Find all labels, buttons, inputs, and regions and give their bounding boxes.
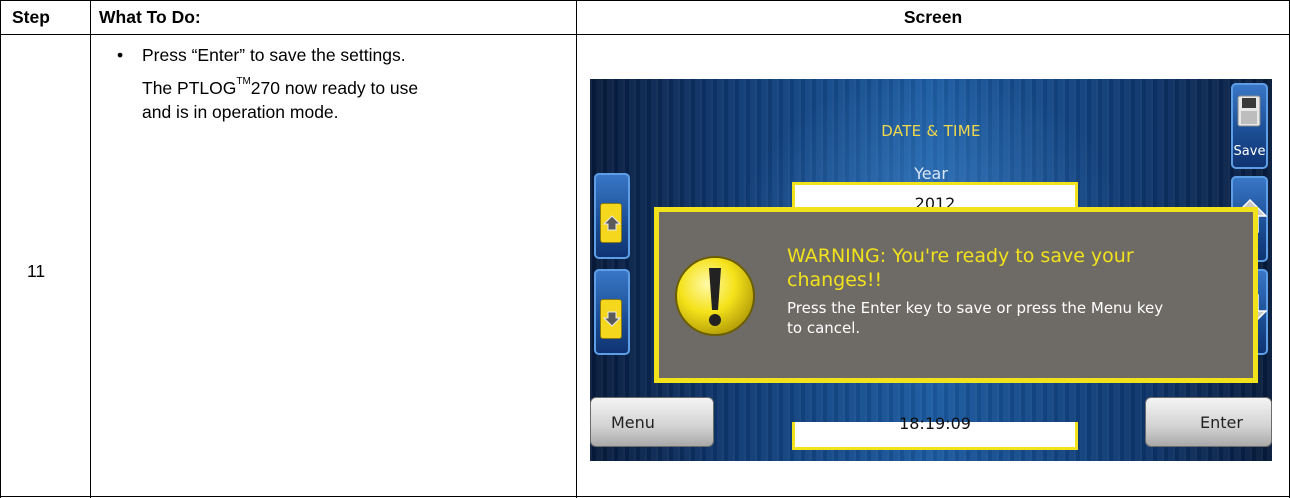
time-field[interactable]: 18:19:09 xyxy=(792,414,1078,450)
enter-label: Enter xyxy=(1200,413,1243,432)
save-button[interactable]: Save xyxy=(1231,83,1268,169)
warning-dialog: WARNING: You're ready to save your chang… xyxy=(654,207,1258,383)
instruction-line-1: Press “Enter” to save the settings. xyxy=(142,45,406,65)
header-screen: Screen xyxy=(903,7,963,27)
left-down-button[interactable] xyxy=(594,269,630,355)
up-arrow-icon xyxy=(603,215,621,231)
instruction-product: The PTLOG xyxy=(142,77,237,98)
step-number: 11 xyxy=(27,261,46,281)
save-label: Save xyxy=(1233,144,1266,159)
device-screen: DATE & TIME Year 2012 18:19:09 Save Menu… xyxy=(590,79,1272,461)
menu-button[interactable]: Menu xyxy=(590,397,714,447)
down-arrow-icon xyxy=(603,311,621,327)
header-step: Step xyxy=(12,7,50,27)
left-up-button[interactable] xyxy=(594,173,630,259)
header-what-to-do: What To Do: xyxy=(99,7,201,27)
save-icon xyxy=(1237,95,1261,127)
trademark-mark: TM xyxy=(236,76,251,87)
menu-label: Menu xyxy=(611,413,655,432)
enter-button[interactable]: Enter xyxy=(1145,397,1272,447)
instruction-line-3: and is in operation mode. xyxy=(142,102,339,122)
year-label: Year xyxy=(914,164,948,183)
time-value: 18:19:09 xyxy=(899,414,971,433)
instruction-line-2-rest: 270 now ready to use xyxy=(250,77,419,98)
warning-title: WARNING: You're ready to save your chang… xyxy=(787,245,1134,291)
warning-icon xyxy=(675,256,755,336)
instruction-line-2: The PTLOGTM270 now ready to use xyxy=(142,74,418,99)
warning-message: Press the Enter key to save or press the… xyxy=(787,299,1164,337)
screen-title: DATE & TIME xyxy=(881,122,981,140)
bullet: • xyxy=(117,45,124,65)
